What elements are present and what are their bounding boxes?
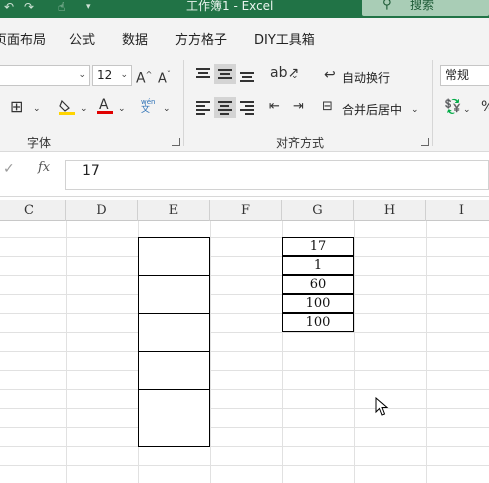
merged-cell-e3[interactable] [138,313,210,352]
gridline [0,256,489,257]
svg-text:A: A [99,97,109,113]
merged-cell-e1[interactable] [138,237,210,276]
percent-style-icon[interactable]: % [481,98,489,116]
group-divider [432,60,433,146]
cell-g-4[interactable]: 100 [282,294,354,313]
merge-center-label[interactable]: 合并后居中 [342,101,402,118]
gridline [0,427,489,428]
column-header-f[interactable]: F [210,200,282,221]
middle-align-icon[interactable] [214,64,236,84]
check-icon[interactable]: ✓ [3,161,15,177]
gridline [0,389,489,390]
gridline [0,446,489,447]
tab-fangfang-grid[interactable]: 方方格子 [175,29,227,48]
touch-mode-icon[interactable]: ☝ [58,0,65,14]
chevron-down-icon[interactable]: ⌄ [33,100,41,118]
gridline [354,221,355,483]
column-header-h[interactable]: H [354,200,426,221]
borders-icon[interactable]: ⊞ [10,98,23,116]
merged-cell-e5[interactable] [138,389,210,447]
font-size-value: 12 [97,68,113,82]
font-size-select[interactable]: 12 ⌄ [92,65,132,86]
column-header-i[interactable]: I [426,200,489,221]
merge-center-icon[interactable]: ⊟ [322,98,333,116]
redo-icon[interactable]: ↷ [24,0,34,14]
chevron-down-icon[interactable]: ⌄ [163,100,171,118]
group-divider [183,60,184,146]
wrap-text-icon[interactable]: ↩ [324,66,336,84]
top-align-icon[interactable] [196,68,210,80]
merged-cell-e2[interactable] [138,275,210,314]
search-label: 搜索 [410,0,435,12]
phonetic-guide-icon[interactable]: wén 文 [141,98,155,115]
font-color-icon[interactable]: A [96,96,114,122]
gridline [0,465,489,466]
merged-cell-e4[interactable] [138,351,210,390]
chevron-down-icon[interactable]: ⌄ [118,100,126,118]
cell-g-3[interactable]: 60 [282,275,354,294]
align-right-icon[interactable] [240,101,254,115]
tab-formulas[interactable]: 公式 [69,29,95,48]
decrease-indent-icon[interactable]: ⇤ [269,98,280,116]
gridline [0,313,489,314]
menu-bar: 页面布局 公式 数据 方方格子 DIY工具箱 [0,18,489,56]
align-center-icon[interactable] [214,97,236,118]
worksheet-grid[interactable]: 17 1 60 100 100 [0,221,489,483]
number-format-select[interactable]: 常规 [440,65,489,86]
chevron-down-icon: ⌄ [120,70,128,80]
column-headers: C D E F G H I [0,200,489,221]
formula-value: 17 [82,163,100,179]
gridline [0,332,489,333]
chevron-down-icon[interactable]: ⌄ [80,100,88,118]
font-group-label: 字体 [27,136,52,150]
tab-data[interactable]: 数据 [122,29,148,48]
tab-diy-toolbox[interactable]: DIY工具箱 [254,29,315,48]
undo-icon[interactable]: ↶ [4,0,14,14]
gridline [66,221,67,483]
search-box[interactable]: ⚲ 搜索 [362,0,489,16]
font-dialog-launcher-icon[interactable] [172,138,180,146]
column-header-d[interactable]: D [66,200,138,221]
insert-function-icon[interactable]: fx [38,160,50,175]
bottom-align-icon[interactable] [240,68,254,82]
cell-g-1[interactable]: 17 [282,237,354,256]
tab-page-layout[interactable]: 页面布局 [0,29,46,48]
chevron-down-icon[interactable]: ⌄ [463,101,471,119]
gridline [0,275,489,276]
decrease-font-size-icon[interactable]: Aˇ [158,66,171,88]
gridline [0,294,489,295]
font-name-select[interactable]: ⌄ [0,65,90,86]
gridline [426,221,427,483]
fill-color-icon[interactable] [58,98,76,122]
gridline [0,408,489,409]
increase-indent-icon[interactable]: ⇥ [293,98,304,116]
accounting-format-icon[interactable]: 💱 [444,98,461,116]
customize-toolbar-icon[interactable]: ▾ [86,0,91,14]
mouse-cursor-icon [375,397,389,416]
chevron-down-icon[interactable]: ⌄ [411,101,419,119]
search-icon: ⚲ [382,0,392,12]
increase-font-size-icon[interactable]: A^ [136,66,152,88]
gridline [0,370,489,371]
alignment-dialog-launcher-icon[interactable] [421,138,429,146]
wrap-text-label[interactable]: 自动换行 [342,69,390,86]
gridline [0,237,489,238]
cell-g-5[interactable]: 100 [282,313,354,332]
column-header-g[interactable]: G [282,200,354,221]
gridline [0,351,489,352]
column-header-e[interactable]: E [138,200,210,221]
window-title: 工作簿1 - Excel [186,0,274,13]
align-left-icon[interactable] [196,101,210,115]
chevron-down-icon: ⌄ [78,70,86,80]
column-header-c[interactable]: C [0,200,66,221]
gridline [210,221,211,483]
alignment-group-label: 对齐方式 [276,136,325,150]
formula-input[interactable] [65,160,489,190]
ribbon: ⌄ 12 ⌄ A^ Aˇ ⊞ ⌄ ⌄ A ⌄ wén 文 ⌄ 字体 ab↗ ⌄ ↩… [0,56,489,152]
number-format-value: 常规 [445,68,470,82]
cell-g-2[interactable]: 1 [282,256,354,275]
chevron-down-icon[interactable]: ⌄ [291,67,299,85]
title-bar: ↶ ↷ ☝ ▾ 工作簿1 - Excel ⚲ 搜索 [0,0,489,18]
